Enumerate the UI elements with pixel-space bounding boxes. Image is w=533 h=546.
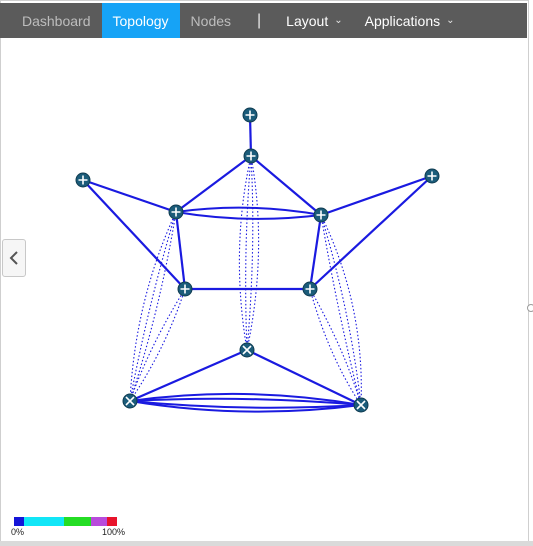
node-upper-right-icon[interactable] xyxy=(313,207,329,223)
horizontal-scrollbar[interactable] xyxy=(0,541,533,546)
utilization-legend: 0% 100% xyxy=(11,517,127,538)
node-mid-left-icon[interactable] xyxy=(177,281,193,297)
node-bottom-left-icon[interactable] xyxy=(122,393,138,409)
node-bottom-right-icon[interactable] xyxy=(353,397,369,413)
path-link[interactable] xyxy=(129,211,177,402)
legend-swatch xyxy=(14,517,24,526)
node-right-end-icon[interactable] xyxy=(424,168,440,184)
path-link[interactable] xyxy=(246,155,254,351)
path-link[interactable] xyxy=(129,288,186,402)
link[interactable] xyxy=(175,155,252,213)
path-link[interactable] xyxy=(129,288,186,402)
node-upper-left-icon[interactable] xyxy=(168,204,184,220)
link[interactable] xyxy=(320,174,433,217)
legend-swatch xyxy=(64,517,91,526)
path-link[interactable] xyxy=(129,211,177,402)
path-link[interactable] xyxy=(238,155,252,351)
topology-paths-dotted xyxy=(129,155,362,406)
node-lower-center-icon[interactable] xyxy=(239,342,255,358)
node-left-end-icon[interactable] xyxy=(75,172,91,188)
link[interactable] xyxy=(175,206,322,216)
legend-swatch xyxy=(24,517,42,526)
node-mid-right-icon[interactable] xyxy=(302,281,318,297)
path-link[interactable] xyxy=(320,214,362,406)
legend-swatch xyxy=(107,517,117,526)
link[interactable] xyxy=(309,175,433,290)
sidebar-toggle-button[interactable] xyxy=(2,239,26,277)
chevron-left-icon xyxy=(9,251,18,265)
path-link[interactable] xyxy=(320,214,362,406)
link[interactable] xyxy=(174,211,187,290)
path-link[interactable] xyxy=(245,155,252,351)
link[interactable] xyxy=(308,214,323,290)
legend-min-label: 0% xyxy=(11,527,25,537)
legend-swatch xyxy=(42,517,64,526)
path-link[interactable] xyxy=(309,288,362,406)
topology-nodes xyxy=(75,107,440,413)
legend-swatch xyxy=(91,517,107,526)
node-top-end-icon[interactable] xyxy=(242,107,258,123)
topology-canvas[interactable] xyxy=(0,0,533,546)
link[interactable] xyxy=(175,211,322,220)
link[interactable] xyxy=(250,155,322,216)
resize-handle[interactable] xyxy=(527,304,533,312)
path-link[interactable] xyxy=(129,211,177,402)
legend-color-scale xyxy=(14,517,127,526)
legend-max-label: 100% xyxy=(102,527,126,537)
path-link[interactable] xyxy=(309,288,362,406)
path-link[interactable] xyxy=(320,214,362,406)
node-top-hub-icon[interactable] xyxy=(243,148,259,164)
